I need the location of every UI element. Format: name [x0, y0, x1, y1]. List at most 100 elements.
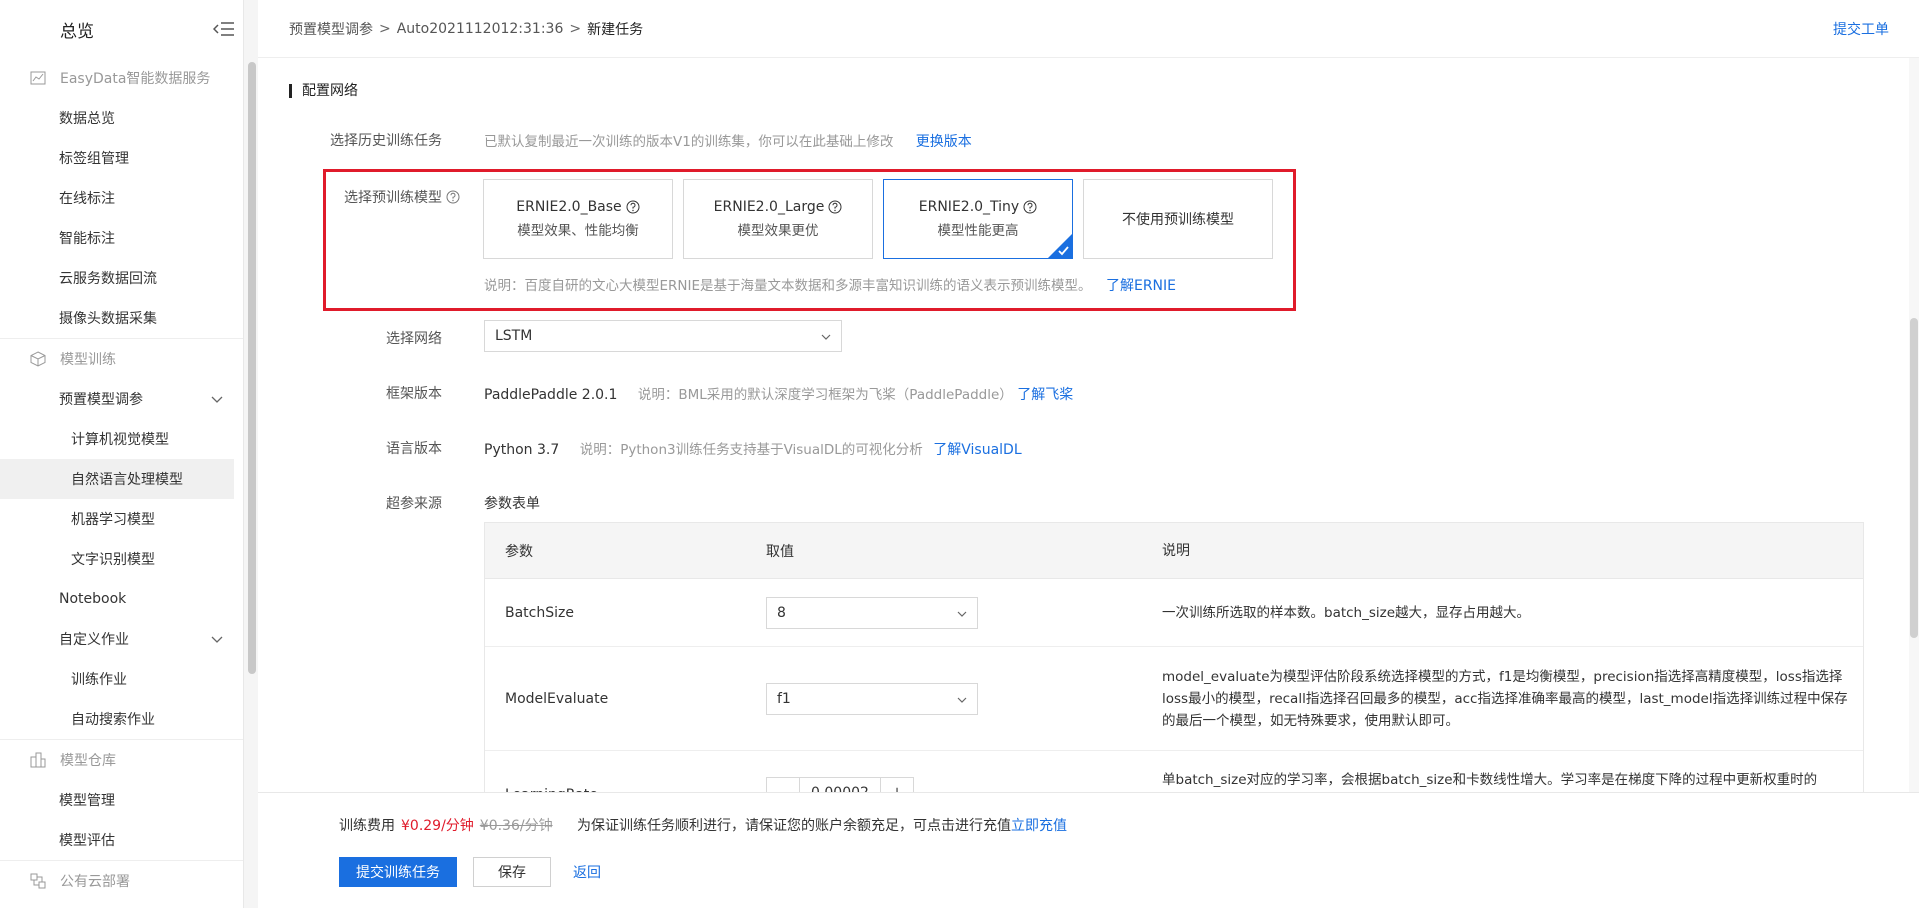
change-version-link[interactable]: 更换版本 [916, 134, 972, 150]
main-scrollbar[interactable] [1910, 318, 1918, 638]
sidebar-scrollbar[interactable] [248, 62, 256, 674]
framework-label: 框架版本 [386, 386, 442, 402]
model-evaluate-select[interactable]: f1 [766, 682, 978, 715]
breadcrumb-item-current: 新建任务 [587, 21, 644, 38]
pretrain-hint-row: 说明：百度自研的文心大模型ERNIE是基于海量文本数据和多源丰富知识训练的语义表… [484, 274, 1176, 295]
cube-icon [30, 351, 46, 367]
table-header-value: 取值 [766, 543, 794, 560]
breadcrumb-item-task[interactable]: Auto2021112012:31:36 [397, 21, 564, 37]
sidebar-item-preset-tuning[interactable]: 预置模型调参 [0, 379, 243, 419]
sidebar-item-auto-search-job[interactable]: 自动搜索作业 [0, 699, 243, 739]
learn-ernie-link[interactable]: 了解ERNIE [1106, 278, 1176, 294]
sidebar-item-smart-labeling[interactable]: 智能标注 [0, 218, 243, 258]
param-desc: 一次训练所选取的样本数。batch_size越大，显存占用越大。 [1162, 604, 1531, 621]
sidebar-item-data-overview[interactable]: 数据总览 [0, 98, 243, 138]
warehouse-icon [30, 752, 46, 768]
sidebar-item-model-management[interactable]: 模型管理 [0, 780, 243, 820]
table-header-desc: 说明 [1162, 542, 1190, 559]
sidebar-item-custom-job[interactable]: 自定义作业 [0, 619, 243, 659]
param-name: BatchSize [505, 604, 574, 621]
cloud-deploy-icon [30, 873, 46, 889]
history-hint: 已默认复制最近一次训练的版本V1的训练集，你可以在此基础上修改 [484, 134, 894, 150]
sidebar-section-model-repo[interactable]: 模型仓库 [0, 740, 243, 780]
framework-value: PaddlePaddle 2.0.1 [484, 387, 618, 403]
increment-button[interactable]: + [881, 778, 913, 793]
help-icon[interactable] [626, 200, 640, 214]
sidebar-item-camera-collect[interactable]: 摄像头数据采集 [0, 298, 243, 338]
back-link[interactable]: 返回 [567, 857, 607, 887]
learning-rate-input[interactable]: 0.00002 [799, 778, 881, 792]
param-name: LearningRate [485, 769, 750, 792]
language-hint: 说明：Python3训练任务支持基于VisualDL的可视化分析 [579, 442, 923, 458]
submit-ticket-link[interactable]: 提交工单 [1833, 19, 1889, 39]
language-value: Python 3.7 [484, 442, 560, 458]
pretrain-hint: 说明：百度自研的文心大模型ERNIE是基于海量文本数据和多源丰富知识训练的语义表… [484, 278, 1092, 294]
history-row: 已默认复制最近一次训练的版本V1的训练集，你可以在此基础上修改 更换版本 [484, 130, 972, 151]
sidebar-item-training-job[interactable]: 训练作业 [0, 659, 243, 699]
fee-notice: 为保证训练任务顺利进行，请保证您的账户余额充足，可点击进行充值 [577, 818, 1012, 834]
breadcrumb-separator-icon: > [569, 20, 582, 37]
learn-visualdl-link[interactable]: 了解VisualDL [933, 442, 1021, 458]
fee-current: ¥0.29/分钟 [401, 818, 474, 834]
selected-check-icon [1048, 234, 1072, 258]
footer-bar: 训练费用 ¥0.29/分钟 ¥0.36/分钟 为保证训练任务顺利进行，请保证您的账户… [258, 792, 1919, 908]
framework-row: PaddlePaddle 2.0.1 说明：BML采用的默认深度学习框架为飞桨（… [484, 383, 1073, 404]
sidebar-item-cv-model[interactable]: 计算机视觉模型 [0, 419, 243, 459]
table-row: ModelEvaluate f1 model_evaluate为模型评估阶段系统… [485, 647, 1863, 751]
sidebar-item-ml-model[interactable]: 机器学习模型 [0, 499, 243, 539]
table-header-param: 参数 [505, 543, 533, 560]
hyper-value: 参数表单 [484, 496, 540, 512]
sidebar-item-label-groups[interactable]: 标签组管理 [0, 138, 243, 178]
submit-training-button[interactable]: 提交训练任务 [339, 857, 457, 887]
breadcrumb-item-preset[interactable]: 预置模型调参 [289, 19, 373, 39]
param-desc: model_evaluate为模型评估阶段系统选择模型的方式，f1是均衡模型，p… [1162, 668, 1848, 729]
sidebar-section-model-training[interactable]: 模型训练 [0, 339, 243, 379]
sidebar: 总览 EasyData智能数据服务 数据总览 标签组管理 在线标注 智能标注 云… [0, 0, 244, 908]
param-table: 参数 取值 说明 BatchSize 8 一次训练所选取的样本数。batch_s… [484, 522, 1864, 792]
help-icon[interactable] [1023, 200, 1037, 214]
help-icon[interactable] [828, 200, 842, 214]
sidebar-item-ocr-model[interactable]: 文字识别模型 [0, 539, 243, 579]
framework-hint: 说明：BML采用的默认深度学习框架为飞桨（PaddlePaddle） [637, 387, 1013, 403]
sidebar-item-online-labeling[interactable]: 在线标注 [0, 178, 243, 218]
sidebar-section-easydata[interactable]: EasyData智能数据服务 [0, 58, 243, 98]
param-desc: 单batch_size对应的学习率，会根据batch_size和卡数线性增大。学… [1162, 772, 1818, 788]
table-row: BatchSize 8 一次训练所选取的样本数。batch_size越大，显存占… [485, 579, 1863, 647]
save-button[interactable]: 保存 [473, 857, 551, 887]
sidebar-item-nlp-model[interactable]: 自然语言处理模型 [0, 459, 234, 499]
param-name: ModelEvaluate [505, 690, 609, 707]
history-label: 选择历史训练任务 [330, 133, 442, 149]
recharge-link[interactable]: 立即充值 [1011, 818, 1067, 834]
model-card-ernie-base[interactable]: ERNIE2.0_Base 模型效果、性能均衡 [483, 179, 673, 259]
sidebar-item-cloud-reflux[interactable]: 云服务数据回流 [0, 258, 243, 298]
breadcrumb: 预置模型调参 > Auto2021112012:31:36 > 新建任务 [289, 19, 643, 39]
fee-line: 训练费用 ¥0.29/分钟 ¥0.36/分钟 为保证训练任务顺利进行，请保证您的账户… [339, 815, 1067, 835]
pretrain-label: 选择预训练模型 [344, 187, 460, 207]
sidebar-header: 总览 [0, 0, 243, 58]
chevron-down-icon [211, 636, 223, 643]
collapse-menu-icon[interactable] [213, 19, 235, 39]
main-content: 配置网络 选择历史训练任务 已默认复制最近一次训练的版本V1的训练集，你可以在此… [258, 58, 1900, 792]
table-row: LearningRate − 0.00002 + 单batch_size对应的学… [485, 751, 1863, 792]
model-card-ernie-large[interactable]: ERNIE2.0_Large 模型效果更优 [683, 179, 873, 259]
help-icon[interactable] [446, 190, 460, 204]
model-card-ernie-tiny[interactable]: ERNIE2.0_Tiny 模型性能更高 [883, 179, 1073, 259]
main-scroll-track[interactable] [1909, 58, 1919, 792]
sidebar-item-model-evaluation[interactable]: 模型评估 [0, 820, 243, 860]
learn-paddle-link[interactable]: 了解飞桨 [1017, 387, 1073, 403]
hyper-label: 超参来源 [386, 496, 442, 512]
chart-icon [30, 71, 46, 85]
network-select[interactable]: LSTM [484, 320, 842, 352]
chevron-down-icon [957, 697, 967, 703]
language-label: 语言版本 [386, 441, 442, 457]
decrement-button[interactable]: − [767, 778, 799, 793]
sidebar-section-cloud-deploy[interactable]: 公有云部署 [0, 861, 243, 901]
learning-rate-stepper[interactable]: − 0.00002 + [766, 777, 914, 792]
network-label: 选择网络 [386, 331, 442, 347]
batchsize-select[interactable]: 8 [766, 596, 978, 629]
model-card-no-pretrain[interactable]: 不使用预训练模型 [1083, 179, 1273, 259]
top-bar: 预置模型调参 > Auto2021112012:31:36 > 新建任务 提交工… [258, 0, 1919, 58]
sidebar-item-notebook[interactable]: Notebook [0, 579, 243, 619]
section-title: 配置网络 [289, 84, 358, 98]
chevron-down-icon [957, 611, 967, 617]
